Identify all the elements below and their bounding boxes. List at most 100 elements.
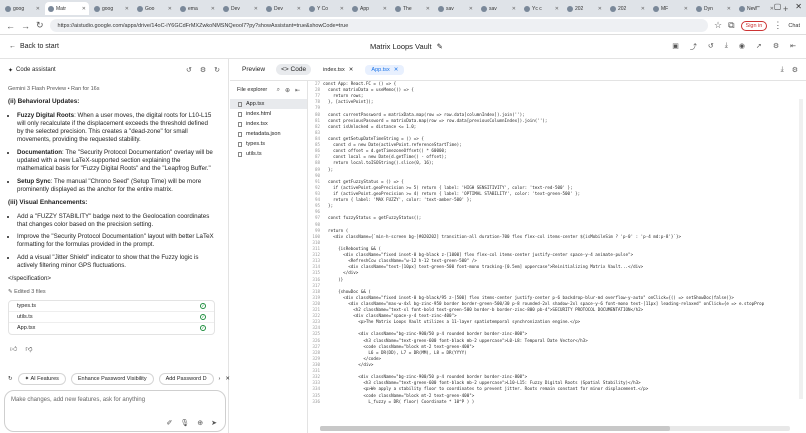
browser-tab[interactable]: 202 ✕ [564, 2, 605, 15]
close-icon[interactable]: ✕ [394, 67, 399, 73]
close-tab-icon[interactable]: ✕ [340, 6, 344, 12]
browser-tab[interactable]: Dev ✕ [263, 2, 304, 15]
close-tab-icon[interactable]: ✕ [469, 6, 473, 12]
browser-tab[interactable]: App ✕ [349, 2, 390, 15]
settings-icon[interactable]: ⚙ [792, 66, 798, 74]
file-item[interactable]: index.tsx [230, 119, 307, 129]
microphone-icon[interactable]: 🎙︎ [180, 419, 189, 427]
settings-icon[interactable]: ⚙ [200, 66, 206, 74]
close-icon[interactable]: ✕ [795, 2, 802, 11]
download-icon[interactable]: ⤓ [725, 42, 728, 52]
menu-icon[interactable]: ⋮ [773, 20, 782, 31]
file-tab-app-tsx[interactable]: App.tsx ✕ [365, 64, 405, 75]
browser-tab[interactable]: Matr ✕ [45, 2, 89, 15]
close-icon[interactable]: ✕ [349, 67, 354, 73]
thumbs-up-icon[interactable]: 👍︎ [10, 344, 17, 353]
forward-icon[interactable]: → [21, 21, 30, 31]
browser-tab[interactable]: sav ✕ [478, 2, 519, 15]
back-to-start-button[interactable]: ← Back to start [9, 43, 59, 50]
add-icon[interactable]: ⊕ [197, 419, 203, 427]
browser-tab[interactable]: goog ✕ [2, 2, 43, 15]
refresh-icon[interactable]: ↻ [214, 66, 220, 74]
close-tab-icon[interactable]: ✕ [297, 6, 301, 12]
bookmark-icon[interactable]: ☆ [714, 20, 722, 31]
browser-tab[interactable]: Dyn ✕ [693, 2, 734, 15]
browser-tab[interactable]: goog ✕ [91, 2, 132, 15]
history-icon[interactable]: ↺ [186, 66, 192, 74]
browser-tab[interactable]: 202 ✕ [607, 2, 648, 15]
browser-tab[interactable]: Goo ✕ [134, 2, 175, 15]
close-tab-icon[interactable]: ✕ [641, 6, 645, 12]
close-tab-icon[interactable]: ✕ [383, 6, 387, 12]
close-tab-icon[interactable]: ✕ [125, 6, 129, 12]
settings-icon[interactable]: ⚙ [773, 42, 779, 52]
download-icon[interactable]: ⤓ [781, 66, 784, 74]
minimize-icon[interactable]: – [755, 2, 759, 11]
edited-file-row[interactable]: utils.ts ✓ [9, 312, 214, 323]
edited-file-row[interactable]: types.ts ✓ [9, 301, 214, 312]
refresh-suggestions-icon[interactable]: ↻ [8, 376, 13, 382]
back-icon[interactable]: ← [6, 21, 15, 31]
thumbs-down-icon[interactable]: 👎︎ [25, 344, 32, 353]
scrollbar-thumb[interactable] [320, 426, 670, 431]
file-explorer: File explorer ⌕ ⊕ ⇤ App.tsx index.html ind… [230, 81, 308, 433]
edit-pencil-icon[interactable]: ✎ [437, 42, 443, 51]
edited-file-row[interactable]: App.tsx ✓ [9, 323, 214, 334]
file-tab-index-tsx[interactable]: index.tsx ✕ [317, 65, 359, 75]
deploy-icon[interactable]: ➚ [756, 42, 762, 52]
file-item[interactable]: index.html [230, 109, 307, 119]
chat-button[interactable]: Chat [788, 23, 800, 29]
browser-tab[interactable]: MF ✕ [650, 2, 691, 15]
browser-tab[interactable]: Y Co ✕ [306, 2, 347, 15]
browser-tab[interactable]: Yc c ✕ [521, 2, 562, 15]
chip-ai-features[interactable]: ✦ AI Features [17, 373, 66, 385]
search-icon[interactable]: ⌕ [277, 87, 280, 94]
browser-tab-label: 202 [618, 5, 627, 12]
magic-wand-icon[interactable]: ✐ [166, 419, 172, 427]
reload-icon[interactable]: ↻ [36, 20, 44, 31]
close-tab-icon[interactable]: ✕ [254, 6, 258, 12]
prompt-input[interactable]: Make changes, add new features, ask for … [4, 390, 226, 432]
share-icon[interactable]: ⤴ [690, 42, 697, 52]
chevron-right-icon[interactable]: › [219, 376, 221, 382]
close-tab-icon[interactable]: ✕ [555, 6, 559, 12]
browser-tab[interactable]: sav ✕ [435, 2, 476, 15]
extensions-icon[interactable]: ⧉ [728, 20, 734, 31]
save-icon[interactable]: ▣ [672, 42, 679, 52]
file-item[interactable]: utils.ts [230, 149, 307, 159]
send-icon[interactable]: ➤ [211, 419, 217, 427]
close-tab-icon[interactable]: ✕ [168, 6, 172, 12]
tab-code[interactable]: <> Code [276, 64, 312, 75]
code-editor[interactable]: 27 const App: React.FC = () => {28 const … [308, 81, 806, 426]
github-icon[interactable]: ◉ [739, 42, 745, 52]
close-tab-icon[interactable]: ✕ [36, 6, 40, 12]
horizontal-scrollbar[interactable] [320, 426, 790, 431]
close-tab-icon[interactable]: ✕ [211, 6, 215, 12]
close-tab-icon[interactable]: ✕ [426, 6, 430, 12]
collapse-icon[interactable]: ⇤ [295, 87, 300, 94]
close-tab-icon[interactable]: ✕ [727, 6, 731, 12]
url-field[interactable]: https://aistudio.google.com/apps/drive/1… [49, 19, 709, 32]
sign-in-button[interactable]: Sign in [740, 20, 768, 31]
close-tab-icon[interactable]: ✕ [598, 6, 602, 12]
add-file-icon[interactable]: ⊕ [285, 87, 290, 94]
browser-tab[interactable]: ema ✕ [177, 2, 218, 15]
tab-preview[interactable]: Preview [237, 64, 270, 75]
close-tab-icon[interactable]: ✕ [512, 6, 516, 12]
edited-files-label[interactable]: ✎ Edited 3 files [8, 288, 215, 296]
maximize-icon[interactable]: ▢ [774, 2, 782, 11]
browser-tab-label: App [360, 5, 369, 12]
behavioral-updates-list: Fuzzy Digital Roots: When a user moves, … [8, 112, 215, 195]
file-item[interactable]: types.ts [230, 139, 307, 149]
close-tab-icon[interactable]: ✕ [82, 6, 86, 12]
file-item[interactable]: metadata.json [230, 129, 307, 139]
file-item[interactable]: App.tsx [230, 99, 307, 109]
close-tab-icon[interactable]: ✕ [684, 6, 688, 12]
browser-tab[interactable]: Dev ✕ [220, 2, 261, 15]
history-icon[interactable]: ↺ [708, 42, 714, 52]
vertical-scrollbar[interactable] [799, 99, 803, 399]
browser-tab[interactable]: The ✕ [392, 2, 433, 15]
chip-add-password[interactable]: Add Password D [158, 373, 214, 385]
chip-enhance-password[interactable]: Enhance Password Visibility [70, 373, 154, 385]
collapse-panel-icon[interactable]: ⇤ [790, 42, 796, 52]
